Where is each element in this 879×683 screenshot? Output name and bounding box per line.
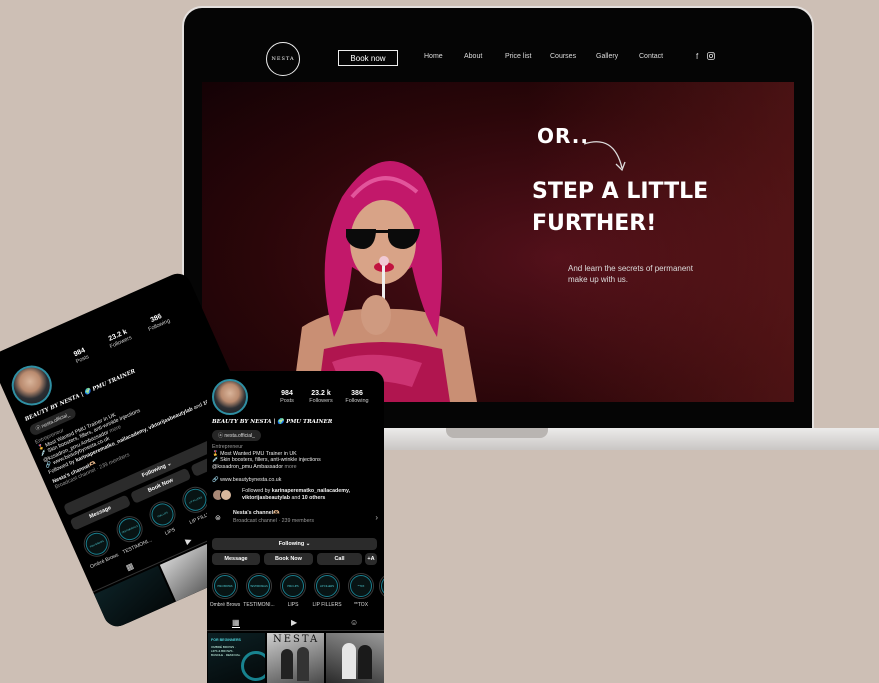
stat-following[interactable]: 386 Following (138, 308, 178, 336)
grid-icon[interactable]: ▦ (124, 561, 135, 572)
profile-website-link[interactable]: 🔗 www.beautybynesta.co.uk (212, 477, 380, 484)
nav-about[interactable]: About (464, 53, 482, 60)
stat-posts[interactable]: 984 Posts (61, 342, 101, 370)
avatar[interactable] (5, 359, 59, 412)
hero-model-image (292, 161, 477, 402)
stat-following[interactable]: 386 Following (338, 390, 376, 404)
highlight-label: LIPS (287, 602, 299, 608)
post-thumbnail[interactable]: FOR BEGINNERS OMBRÉ BROWS · LIPS & BROWS… (208, 633, 265, 683)
book-now-button[interactable]: Book Now (264, 553, 313, 565)
highlight-tox[interactable]: **TOX (348, 573, 374, 599)
nav-price-list[interactable]: Price list (505, 53, 531, 60)
post-thumbnail[interactable]: NESTA (267, 633, 324, 683)
highlight-ombre-brows[interactable]: PMU BROWS (212, 573, 238, 599)
nav-gallery[interactable]: Gallery (596, 53, 618, 60)
hero-banner: OR.. STEP A LITTLE FURTHER! And learn th… (202, 82, 794, 402)
profile-display-name: BEAUTY BY NESTA | 🌍 PMU TRAINER (212, 419, 333, 425)
tagged-icon[interactable]: ☺ (350, 618, 358, 627)
website-header: NESTA Book now Home About Price list Cou… (202, 38, 794, 80)
grid-icon[interactable]: ▦ (232, 618, 240, 628)
instagram-profile-phone: 984 Posts 23.2 k Followers 386 Following BE… (207, 371, 384, 683)
laptop-notch (446, 428, 548, 438)
hero-subtext: And learn the secrets of permanent make … (568, 264, 693, 284)
highlight-label: LIP FILLERS (312, 602, 342, 608)
chevron-right-icon: › (375, 513, 378, 522)
site-logo[interactable]: NESTA (266, 42, 300, 76)
channel-subtitle: Broadcast channel · 239 members (233, 518, 314, 524)
highlight-label: Ombré Brows (209, 602, 241, 608)
highlight-lips[interactable]: PMU LIPS (280, 573, 306, 599)
reels-icon[interactable]: ▶ (184, 535, 193, 546)
highlight-testimonials[interactable]: TESTIMONIALS (246, 573, 272, 599)
avatar[interactable] (212, 379, 248, 415)
highlight-label: **TOX (353, 602, 369, 608)
highlight-label: TESTIMONI... (243, 602, 275, 608)
add-user-icon[interactable]: +A (365, 553, 377, 565)
facebook-icon[interactable]: f (696, 52, 698, 61)
nav-contact[interactable]: Contact (639, 53, 663, 60)
broadcast-channel-row[interactable]: ⊜ Nesta's channel🫶🏼 Broadcast channel · … (212, 509, 380, 529)
broadcast-icon: ⊜ (215, 515, 221, 522)
highlight-ip[interactable]: IP (379, 573, 384, 599)
stat-followers[interactable]: 23.2 k Followers (302, 390, 340, 404)
profile-tab-bar: ▦ ▶ ☺ (207, 615, 384, 631)
following-button[interactable]: Following ⌄ (212, 538, 377, 550)
nav-courses[interactable]: Courses (550, 53, 576, 60)
profile-bio: Entrepreneur 🎖️ Most Wanted PMU Trainer … (212, 444, 321, 470)
call-button[interactable]: Call (317, 553, 362, 565)
reels-icon[interactable]: ▶ (291, 618, 297, 627)
post-thumbnail[interactable] (326, 633, 384, 683)
stat-followers[interactable]: 23.2 k Followers (99, 325, 139, 353)
followed-by-text[interactable]: Followed by karinaperematko_nailacademy,… (242, 488, 382, 501)
threads-badge[interactable]: ⓐ nesta.official_ (212, 430, 261, 441)
book-now-button[interactable]: Book now (338, 50, 398, 66)
hero-headline: STEP A LITTLE FURTHER! (532, 179, 709, 236)
highlight-lip-fillers[interactable]: LIP FILLERS (314, 573, 340, 599)
follower-avatars (212, 489, 234, 501)
instagram-icon[interactable] (707, 52, 715, 62)
highlight-label: IP (375, 602, 384, 608)
link-icon: 🔗 (212, 477, 219, 483)
nav-home[interactable]: Home (424, 53, 443, 60)
curved-arrow-icon (583, 141, 626, 172)
channel-name: Nesta's channel🫶🏼 (233, 510, 280, 516)
laptop-base (360, 428, 879, 450)
stat-posts[interactable]: 984 Posts (268, 390, 306, 404)
message-button[interactable]: Message (212, 553, 260, 565)
